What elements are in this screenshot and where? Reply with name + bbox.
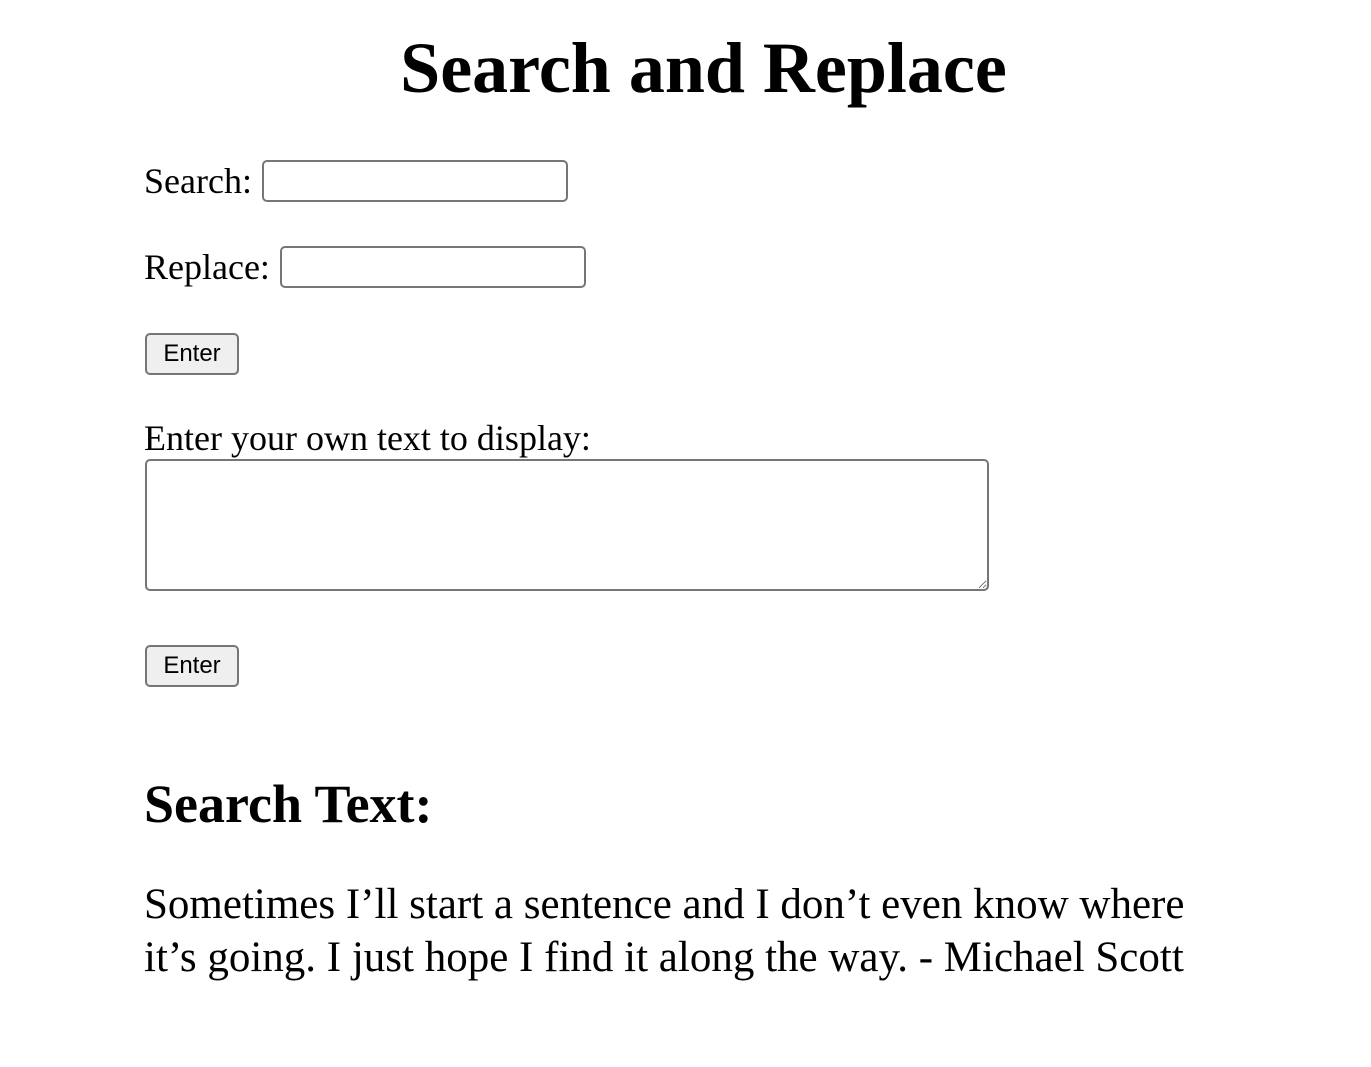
search-text-heading: Search Text:: [144, 774, 433, 834]
page-title: Search and Replace: [400, 28, 1007, 108]
search-input[interactable]: [261, 160, 568, 202]
search-row: Search:: [144, 160, 568, 202]
replace-row: Replace:: [144, 246, 586, 288]
custom-text-area[interactable]: [145, 459, 989, 591]
replace-input[interactable]: [279, 246, 586, 288]
page: Search and Replace Search: Replace: Ente…: [0, 0, 1371, 1067]
custom-text-label: Enter your own text to display:: [144, 418, 591, 458]
replace-label: Replace:: [144, 247, 270, 287]
custom-text-enter-button[interactable]: Enter: [145, 645, 239, 687]
search-text-output: Sometimes I’ll start a sentence and I do…: [144, 881, 1185, 981]
search-replace-enter-button[interactable]: Enter: [145, 333, 239, 375]
search-label: Search:: [144, 161, 252, 201]
